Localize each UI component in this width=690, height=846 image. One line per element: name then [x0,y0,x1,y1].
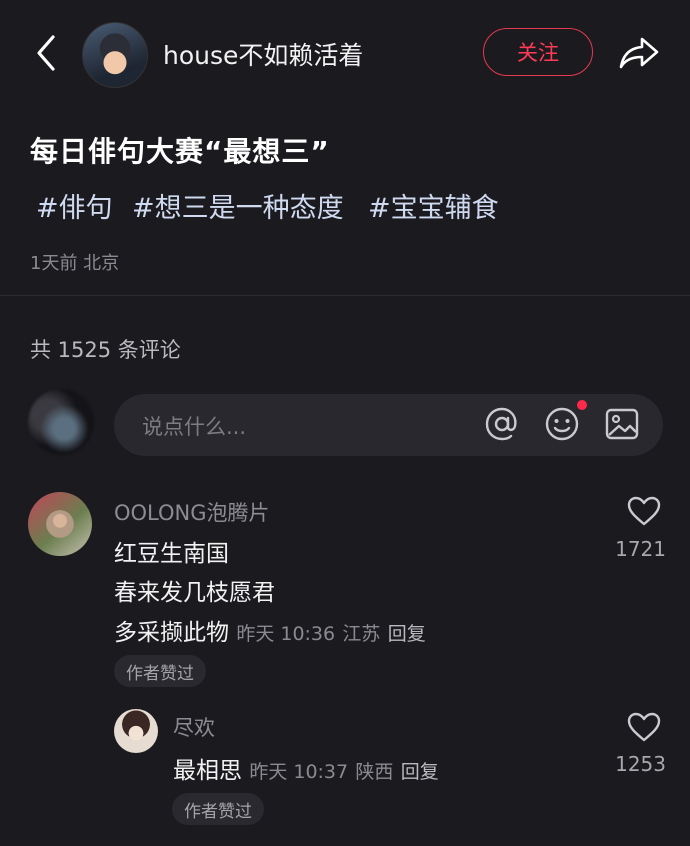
like-button[interactable] [626,710,662,744]
like-button[interactable] [626,494,662,528]
comment-text-line: 最相思 昨天 10:37 陕西 回复 [173,751,439,785]
post-title: 每日俳句大赛“最想三” [30,135,330,168]
commenter-avatar[interactable] [28,492,92,556]
my-avatar [28,389,94,455]
hashtag-link[interactable]: #想三是一种态度 [132,186,344,225]
author-username[interactable]: house不如赖活着 [163,36,363,72]
comment-location: 江苏 [342,623,381,645]
like-count: 1253 [615,752,666,776]
heart-icon [627,712,661,742]
comment-text-line: 红豆生南国 [114,541,229,567]
back-button[interactable] [28,30,64,76]
like-count: 1721 [615,537,666,561]
at-icon [485,407,517,441]
comment-input-placeholder[interactable]: 说点什么... [142,411,246,441]
notification-dot [577,400,587,410]
comment-text: 最相思 [173,758,242,784]
reply-button[interactable]: 回复 [388,623,426,645]
reply-button[interactable]: 回复 [401,761,439,783]
post-meta: 1天前 北京 [30,253,120,274]
hashtag-link[interactable]: #俳句 [36,186,113,225]
comment-text-line: 多采撷此物 昨天 10:36 江苏 回复 [114,613,426,647]
commenter-avatar[interactable] [114,709,158,753]
follow-button[interactable]: 关注 [483,28,593,76]
comment-count: 共 1525 条评论 [30,338,181,362]
comment-text-line: 春来发几枝愿君 [114,580,275,606]
mention-button[interactable] [482,404,522,444]
author-liked-badge: 作者赞过 [172,793,264,825]
comment-time: 昨天 10:37 [249,761,349,783]
back-icon [37,35,55,71]
comment-text: 多采撷此物 [114,620,229,646]
commenter-username[interactable]: 尽欢 [173,712,215,742]
share-button[interactable] [616,30,662,76]
share-icon [619,37,659,69]
heart-icon [627,496,661,526]
commenter-username[interactable]: OOLONG泡腾片 [114,497,270,527]
image-icon [605,408,639,440]
image-button[interactable] [602,404,642,444]
author-liked-badge: 作者赞过 [114,655,206,687]
emoji-button[interactable] [542,404,582,444]
comment-location: 陕西 [355,761,394,783]
author-avatar[interactable] [82,22,148,88]
divider [0,295,690,296]
comment-time: 昨天 10:36 [236,623,336,645]
emoji-icon [545,407,579,441]
hashtag-link[interactable]: #宝宝辅食 [368,186,499,225]
